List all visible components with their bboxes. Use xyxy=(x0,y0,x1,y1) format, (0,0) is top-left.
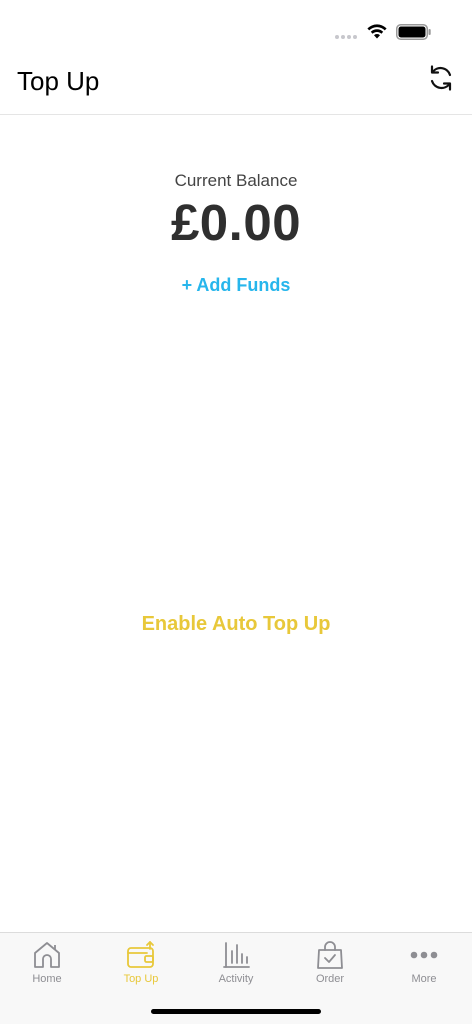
tab-top-up[interactable]: Top Up xyxy=(94,933,188,993)
more-dots-icon xyxy=(410,951,438,959)
nav-header: Top Up xyxy=(0,56,472,115)
wifi-icon xyxy=(367,24,387,39)
current-balance-value: £0.00 xyxy=(170,194,302,251)
status-bar xyxy=(0,0,472,56)
top-up-screen: Top Up Current Balance £0.00 + Add Funds… xyxy=(0,0,472,1024)
home-icon xyxy=(34,942,60,968)
cellular-signal-icon xyxy=(335,35,357,39)
page-title: Top Up xyxy=(17,66,100,96)
add-funds-button[interactable]: + Add Funds xyxy=(0,275,472,296)
tab-activity[interactable]: Activity xyxy=(189,933,283,993)
tab-label-top-up: Top Up xyxy=(123,973,159,985)
tab-order[interactable]: Order xyxy=(283,933,377,993)
tab-label-more: More xyxy=(411,973,437,985)
tab-label-activity: Activity xyxy=(218,973,254,985)
battery-icon xyxy=(396,24,431,40)
home-indicator[interactable] xyxy=(151,1009,321,1014)
enable-auto-top-up-button[interactable]: Enable Auto Top Up xyxy=(0,613,472,636)
bar-chart-icon xyxy=(223,942,250,968)
current-balance-label: Current Balance xyxy=(174,171,298,190)
tab-home[interactable]: Home xyxy=(0,933,94,993)
tab-label-home: Home xyxy=(32,973,62,985)
tab-label-order: Order xyxy=(315,973,345,985)
refresh-icon xyxy=(430,65,452,91)
wallet-icon xyxy=(127,941,154,968)
refresh-button[interactable] xyxy=(423,60,459,96)
tab-more[interactable]: More xyxy=(377,933,471,993)
shopping-bag-icon xyxy=(317,941,343,969)
